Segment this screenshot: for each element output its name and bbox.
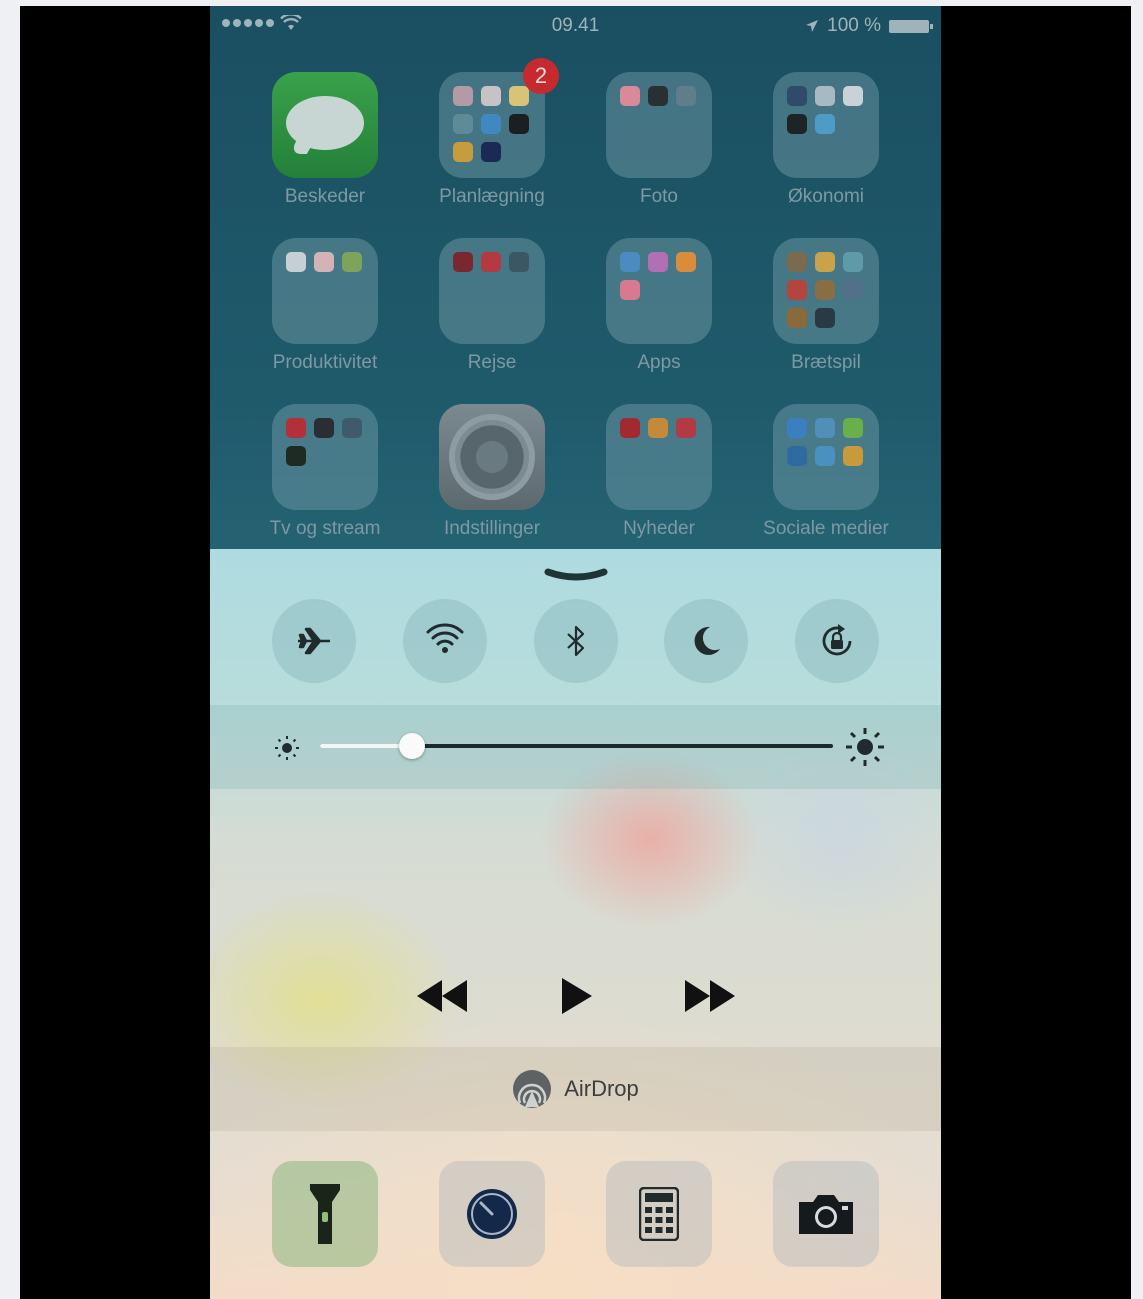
rotation-lock-toggle[interactable] (795, 599, 879, 683)
app-label: Rejse (467, 352, 517, 373)
settings-gear-icon (439, 404, 545, 510)
toggle-row (272, 599, 879, 683)
battery-percent: 100 % (827, 15, 881, 36)
brightness-row (210, 705, 941, 789)
folder-icon (606, 404, 712, 510)
notification-badge: 2 (523, 58, 559, 94)
airplane-mode-toggle[interactable] (272, 599, 356, 683)
media-controls (210, 974, 941, 1018)
camera-button[interactable] (773, 1161, 879, 1267)
app-label: Beskeder (284, 186, 366, 207)
camera-icon (799, 1195, 853, 1234)
app-beskeder[interactable]: Beskeder (272, 72, 378, 208)
folder-icon (272, 404, 378, 510)
app-label: Økonomi (787, 186, 865, 207)
folder-okonomi[interactable]: Økonomi (773, 72, 879, 208)
wifi-icon (426, 623, 464, 653)
airdrop-label: AirDrop (564, 1076, 639, 1101)
app-label: Produktivitet (272, 352, 378, 373)
bluetooth-toggle[interactable] (533, 599, 618, 683)
folder-icon (773, 238, 879, 344)
messages-icon (272, 72, 378, 178)
folder-produktivitet[interactable]: Produktivitet (272, 238, 378, 374)
folder-sociale-medier[interactable]: Sociale medier (763, 404, 889, 540)
iphone-screen: 09.41 100 % Beskeder 2 Planlægning Foto … (210, 6, 941, 1299)
folder-icon (773, 404, 879, 510)
control-center: AirDrop (210, 549, 941, 1299)
brightness-low-icon (275, 736, 299, 760)
folder-icon (606, 238, 712, 344)
folder-foto[interactable]: Foto (606, 72, 712, 208)
airplane-icon (298, 627, 330, 655)
location-arrow-icon (806, 20, 819, 32)
app-indstillinger[interactable]: Indstillinger (439, 404, 545, 540)
battery-icon (889, 19, 933, 33)
play-button[interactable] (549, 974, 603, 1018)
calculator-icon (639, 1187, 679, 1241)
app-label: Tv og stream (269, 518, 381, 539)
folder-icon (773, 72, 879, 178)
folder-tv-og-stream[interactable]: Tv og stream (269, 404, 381, 540)
timer-button[interactable] (439, 1161, 545, 1267)
app-label: Brætspil (791, 352, 861, 373)
folder-braetspil[interactable]: Brætspil (773, 238, 879, 374)
rewind-button[interactable] (415, 974, 469, 1018)
rotation-lock-icon (822, 624, 852, 656)
app-label: Indstillinger (443, 518, 541, 539)
status-right: 100 % (805, 15, 933, 37)
brightness-slider[interactable] (320, 733, 833, 759)
play-icon (561, 978, 592, 1014)
brightness-high-icon (846, 728, 884, 766)
dismiss-handle-icon[interactable] (544, 568, 608, 584)
folder-icon (439, 238, 545, 344)
shortcut-row (272, 1161, 879, 1267)
airdrop-button[interactable]: AirDrop (210, 1047, 941, 1131)
folder-icon (606, 72, 712, 178)
brightness-slider-knob[interactable] (399, 733, 426, 759)
do-not-disturb-toggle[interactable] (664, 599, 749, 683)
folder-icon (272, 238, 378, 344)
rewind-icon (416, 980, 467, 1012)
folder-icon: 2 (439, 58, 559, 178)
home-icon-grid: Beskeder 2 Planlægning Foto Økonomi Prod… (269, 58, 889, 540)
folder-rejse[interactable]: Rejse (439, 238, 545, 374)
app-label: Nyheder (623, 518, 695, 539)
fast-forward-icon (684, 980, 735, 1012)
timer-icon (467, 1189, 517, 1239)
folder-nyheder[interactable]: Nyheder (606, 404, 712, 540)
folder-apps[interactable]: Apps (606, 238, 712, 374)
flashlight-button[interactable] (272, 1161, 378, 1267)
app-label: Foto (639, 186, 679, 207)
folder-planlaegning[interactable]: 2 Planlægning (439, 58, 559, 208)
airdrop-icon (513, 1070, 552, 1108)
fast-forward-button[interactable] (683, 974, 737, 1018)
calculator-button[interactable] (606, 1161, 712, 1267)
status-bar: 09.41 100 % (210, 6, 941, 46)
flashlight-icon (310, 1184, 340, 1244)
app-label: Apps (637, 352, 681, 373)
app-label: Planlægning (439, 186, 545, 207)
moon-icon (694, 626, 721, 655)
wifi-toggle[interactable] (402, 599, 487, 683)
bluetooth-icon (566, 625, 584, 657)
app-label: Sociale medier (763, 518, 889, 539)
